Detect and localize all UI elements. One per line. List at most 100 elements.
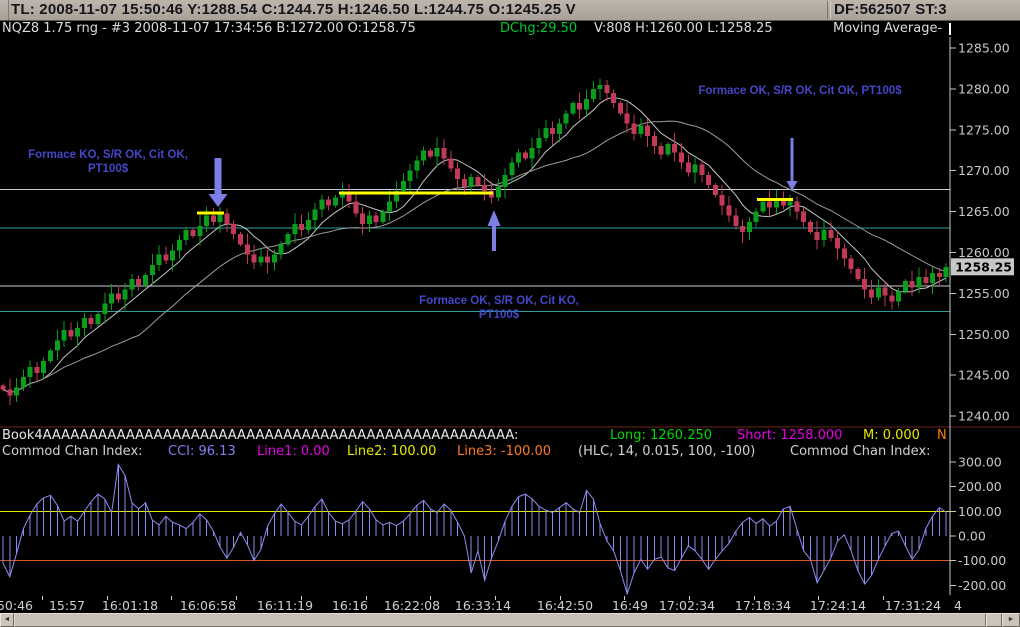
price-axis-label: 1280.00 (958, 81, 1010, 96)
candle-body (719, 195, 725, 206)
candle-body (176, 240, 182, 251)
candle-body (27, 367, 33, 378)
time-tick (559, 596, 561, 600)
candle-body (726, 205, 732, 216)
cci-axis-label: -200.00 (958, 578, 1006, 593)
candle-body (936, 272, 942, 278)
titlebar-grip (0, 0, 9, 20)
candle-body (305, 219, 311, 231)
time-label: 16:16 (331, 598, 369, 613)
time-label: 16:06:58 (179, 598, 237, 613)
candle-body (54, 340, 60, 351)
candle-body (909, 281, 915, 288)
candle-body (88, 317, 94, 325)
candle-body (835, 238, 841, 249)
candle-body (624, 113, 630, 124)
scroll-left-button[interactable]: ◄ (0, 613, 14, 627)
candle-body (930, 272, 936, 284)
candle-body (658, 146, 664, 155)
candle-body (651, 135, 657, 147)
price-axis-label: 1260.00 (958, 245, 1010, 260)
candle-body (271, 254, 277, 263)
time-tick (171, 596, 173, 600)
candle-body (645, 125, 651, 136)
time-tick (300, 596, 302, 600)
candle-body (149, 264, 155, 275)
annotation-line2: PT100$ (478, 309, 520, 321)
candle-body (448, 158, 454, 169)
candle-body (712, 185, 718, 196)
time-label: 4 (954, 598, 962, 613)
time-tick (883, 596, 885, 600)
window-titlebar[interactable]: TL: 2008-11-07 15:50:46 Y:1288.54 C:1244… (0, 0, 1020, 21)
candle-body (441, 148, 447, 159)
trade-arrow-up[interactable] (487, 210, 501, 251)
candle-body (332, 197, 338, 206)
candle-body (631, 123, 637, 134)
candle-body (109, 293, 115, 304)
volume-high-low-values: V:808 H:1260.00 L:1258.25 (594, 21, 773, 36)
annotation-line1: Formace OK, S/R OK, Cit OK, PT100$ (698, 85, 902, 97)
annotation-line1: Formace OK, S/R OK, Cit KO, (419, 295, 579, 307)
candle-body (522, 152, 528, 159)
candle-body (563, 113, 569, 124)
time-tick (753, 596, 755, 600)
long-value: Long: 1260.250 (610, 428, 713, 443)
time-tick (42, 596, 43, 600)
trade-arrow-down[interactable] (786, 138, 798, 191)
cci-axis-label: 0.00 (958, 529, 986, 544)
scroll-right-button[interactable]: ► (1002, 613, 1020, 627)
candle-body (251, 254, 257, 263)
time-label: 16:49 (611, 598, 649, 613)
candle-body (590, 88, 596, 100)
trade-arrow-down[interactable] (208, 158, 228, 207)
candle-body (685, 162, 691, 173)
candle-body (868, 289, 874, 298)
time-tick (106, 596, 108, 600)
time-label: 16:11:19 (256, 598, 314, 613)
time-label: 16:33:14 (454, 598, 512, 613)
scrollbar-thumb[interactable] (14, 613, 986, 627)
cci-envelope (2, 463, 947, 595)
annotation-line1: Formace KO, S/R OK, Cit OK, (28, 149, 188, 161)
candle-body (407, 170, 413, 181)
candle-body (421, 150, 427, 161)
candle-body (550, 127, 556, 134)
candle-body (244, 244, 250, 255)
candle-body (136, 279, 142, 286)
book-study-line: Book4AAAAAAAAAAAAAAAAAAAAAAAAAAAAAAAAAAA… (0, 428, 1020, 444)
price-axis-label: 1270.00 (958, 163, 1010, 178)
daily-change-value: DChg:29.50 (500, 21, 578, 36)
candle-body (20, 377, 26, 388)
chart-annotation-3[interactable]: Formace OK, S/R OK, Cit KO, PT100$ (396, 294, 602, 322)
candle-body (258, 256, 264, 263)
cci-line3-value: Line3: -100.00 (457, 444, 552, 459)
candle-body (814, 232, 820, 241)
candle-body (366, 215, 372, 224)
time-tick (236, 596, 238, 600)
chart-annotation-2[interactable]: Formace OK, S/R OK, Cit OK, PT100$ (676, 84, 924, 98)
time-label: 17:24:14 (809, 598, 867, 613)
candle-body (536, 137, 542, 149)
titlebar-divider (827, 1, 831, 19)
candle-body (68, 330, 74, 337)
chart-annotation-1[interactable]: Formace KO, S/R OK, Cit OK, PT100$ (10, 148, 206, 176)
m-value: M: 0.000 (863, 428, 920, 443)
candle-body (699, 164, 705, 175)
candle-body (299, 223, 305, 231)
cci-params: (HLC, 14, 0.015, 100, -100) (578, 444, 756, 459)
price-axis-label: 1250.00 (958, 327, 1010, 342)
cci-study-line: Commod Chan Index: CCI: 96.13 Line1: 0.00 L… (0, 444, 1020, 460)
time-tick (494, 596, 496, 600)
candle-body (692, 164, 698, 173)
scrollbar-grip-button[interactable] (986, 613, 1002, 627)
horizontal-scrollbar[interactable]: ◄ ► (0, 613, 1020, 627)
candle-body (529, 148, 535, 159)
titlebar-feed-status: DF:562507 ST:3 (834, 1, 947, 18)
short-value: Short: 1258.000 (737, 428, 843, 443)
cci-line1-value: Line1: 0.00 (257, 444, 330, 459)
candle-body (190, 230, 196, 237)
price-axis-label: 1245.00 (958, 368, 1010, 383)
candle-body (801, 211, 807, 222)
candle-body (61, 330, 67, 341)
